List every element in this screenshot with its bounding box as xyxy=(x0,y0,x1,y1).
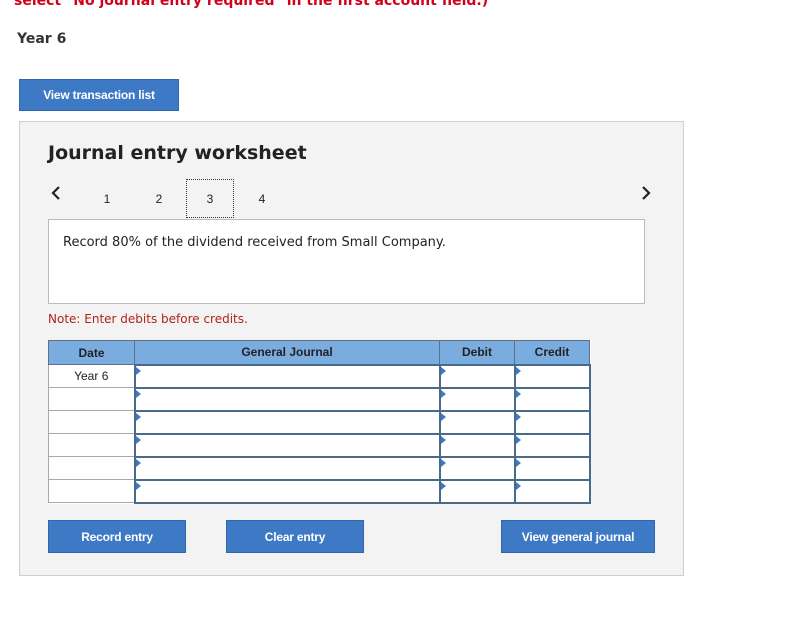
page-tab-2[interactable]: 2 xyxy=(135,179,183,218)
dropdown-marker-icon xyxy=(440,412,446,421)
date-cell xyxy=(48,387,135,411)
dropdown-marker-icon xyxy=(440,458,446,467)
date-cell: Year 6 xyxy=(48,364,135,388)
dropdown-marker-icon xyxy=(440,435,446,444)
year-heading: Year 6 xyxy=(17,31,67,47)
dropdown-marker-icon xyxy=(515,412,521,421)
column-header-date: Date xyxy=(48,340,135,365)
table-row: Year 6 xyxy=(48,363,591,389)
dropdown-marker-icon xyxy=(515,458,521,467)
table-row xyxy=(48,432,591,458)
page-tab-4[interactable]: 4 xyxy=(238,179,286,218)
credit-input[interactable] xyxy=(513,363,591,389)
debit-input[interactable] xyxy=(438,409,516,435)
pager-prev-button[interactable] xyxy=(47,182,65,204)
debit-input[interactable] xyxy=(438,478,516,504)
chevron-left-icon xyxy=(51,186,60,200)
dropdown-marker-icon xyxy=(515,389,521,398)
table-row xyxy=(48,386,591,412)
table-row xyxy=(48,478,591,504)
table-row xyxy=(48,455,591,481)
dropdown-marker-icon xyxy=(515,366,521,375)
view-transaction-list-button[interactable]: View transaction list xyxy=(19,79,179,111)
credit-input[interactable] xyxy=(513,455,591,481)
column-header-general-journal: General Journal xyxy=(134,340,440,365)
account-input[interactable] xyxy=(133,432,441,458)
debit-input[interactable] xyxy=(438,455,516,481)
page-tab-3[interactable]: 3 xyxy=(186,179,234,218)
debit-credit-note: Note: Enter debits before credits. xyxy=(48,312,248,326)
record-entry-button[interactable]: Record entry xyxy=(48,520,186,553)
clear-entry-button[interactable]: Clear entry xyxy=(226,520,364,553)
credit-input[interactable] xyxy=(513,432,591,458)
chevron-right-icon xyxy=(642,186,651,200)
worksheet-title: Journal entry worksheet xyxy=(48,142,307,164)
column-header-debit: Debit xyxy=(439,340,515,365)
dropdown-marker-icon xyxy=(135,435,141,444)
debit-input[interactable] xyxy=(438,363,516,389)
dropdown-marker-icon xyxy=(515,435,521,444)
page-tab-1[interactable]: 1 xyxy=(83,179,131,218)
date-cell xyxy=(48,433,135,457)
table-row xyxy=(48,409,591,435)
view-general-journal-button[interactable]: View general journal xyxy=(501,520,655,553)
date-cell xyxy=(48,479,135,503)
journal-entry-worksheet: Journal entry worksheet 1 2 3 4 Record 8… xyxy=(19,121,684,576)
dropdown-marker-icon xyxy=(135,412,141,421)
account-input[interactable] xyxy=(133,478,441,504)
dropdown-marker-icon xyxy=(440,366,446,375)
pager-next-button[interactable] xyxy=(637,182,655,204)
credit-input[interactable] xyxy=(513,386,591,412)
journal-table: Date General Journal Debit Credit Year 6 xyxy=(48,340,591,504)
debit-input[interactable] xyxy=(438,386,516,412)
column-header-credit: Credit xyxy=(514,340,590,365)
dropdown-marker-icon xyxy=(135,366,141,375)
date-cell xyxy=(48,456,135,480)
account-input[interactable] xyxy=(133,363,441,389)
entry-description-box: Record 80% of the dividend received from… xyxy=(48,219,645,304)
debit-input[interactable] xyxy=(438,432,516,458)
dropdown-marker-icon xyxy=(515,481,521,490)
account-input[interactable] xyxy=(133,386,441,412)
entry-description: Record 80% of the dividend received from… xyxy=(63,235,446,250)
dropdown-marker-icon xyxy=(135,481,141,490)
credit-input[interactable] xyxy=(513,409,591,435)
account-input[interactable] xyxy=(133,455,441,481)
account-input[interactable] xyxy=(133,409,441,435)
date-cell xyxy=(48,410,135,434)
dropdown-marker-icon xyxy=(440,389,446,398)
dropdown-marker-icon xyxy=(440,481,446,490)
dropdown-marker-icon xyxy=(135,389,141,398)
dropdown-marker-icon xyxy=(135,458,141,467)
instruction-text: select "No journal entry required" in th… xyxy=(14,0,489,9)
credit-input[interactable] xyxy=(513,478,591,504)
